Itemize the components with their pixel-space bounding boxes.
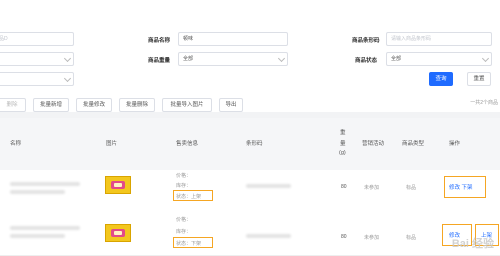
status-text: 状态：上架 [176, 194, 202, 200]
batch-edit-button[interactable]: 批量修改 [76, 98, 112, 112]
reset-button[interactable]: 重置 [467, 72, 491, 86]
promo-value: 未参加 [364, 185, 380, 191]
batch-delete-button[interactable]: 批量删除 [119, 98, 155, 112]
barcode-blurred [246, 184, 291, 188]
stock-label: 库存： [176, 183, 192, 189]
barcode-blurred [246, 234, 291, 238]
th-image: 图片 [106, 141, 118, 147]
chevron-down-icon [63, 74, 72, 83]
filter-area: 品D 商品名称 顿味 商品重量 全部 商品条形码 请输入商品条形码 商品状态 全… [0, 0, 500, 112]
total-count: 一共2个商品 [470, 100, 498, 106]
product-name-blurred [10, 190, 65, 194]
product-name-label: 商品名称 [148, 38, 171, 44]
status-text: 状态：下架 [176, 241, 202, 247]
th-type: 商品类型 [402, 141, 425, 147]
product-name-blurred [10, 234, 65, 238]
left-select[interactable] [0, 52, 74, 66]
th-barcode: 条形码 [246, 141, 263, 147]
export-button[interactable]: 导出 [219, 98, 243, 112]
barcode-input[interactable]: 请输入商品条形码 [386, 32, 492, 46]
th-sale-info: 售卖信息 [176, 141, 199, 147]
edit-offshelf-links[interactable]: 修改 下架 [449, 183, 473, 191]
th-weight-1: 重 [340, 130, 346, 136]
barcode-label: 商品条形码 [352, 38, 380, 44]
th-weight-2: 量 [340, 141, 346, 147]
chevron-down-icon [63, 54, 72, 63]
product-name-blurred [10, 226, 80, 230]
th-weight-3: (g) [339, 150, 346, 156]
weight-select-value: 全部 [183, 56, 194, 62]
product-status-select[interactable]: 全部 [386, 52, 492, 66]
table-row: 价格： 库存： 状态：上架 80 未参加 标品 修改 下架 [0, 170, 500, 213]
promo-value: 未参加 [364, 235, 380, 241]
table-row: 价格： 库存： 状态：下架 80 未参加 标品 修改 上架 Bai 经验 [0, 212, 500, 256]
weight-value: 80 [341, 184, 347, 190]
product-weight-label: 商品重量 [148, 58, 171, 64]
watermark: Bai 经验 [451, 238, 494, 250]
weight-value: 80 [341, 234, 347, 240]
stock-label: 库存： [176, 229, 192, 235]
product-name-input[interactable]: 顿味 [178, 32, 288, 46]
product-thumbnail [105, 176, 131, 194]
delete-button[interactable]: 删除 [0, 98, 26, 112]
chevron-down-icon [481, 54, 490, 63]
th-promo: 营销活动 [362, 141, 385, 147]
product-name-blurred [10, 182, 80, 186]
type-value: 标品 [406, 235, 417, 241]
batch-import-image-button[interactable]: 批量导入图片 [162, 98, 212, 112]
product-thumbnail [105, 224, 131, 242]
query-button[interactable]: 查询 [429, 72, 453, 86]
type-value: 标品 [406, 185, 417, 191]
product-id-input[interactable]: 品D [0, 32, 74, 46]
price-label: 价格： [176, 173, 192, 179]
price-label: 价格： [176, 217, 192, 223]
table-header: 名称 图片 售卖信息 条形码 重 量 (g) 营销活动 商品类型 操作 [0, 118, 500, 170]
status-select-value: 全部 [391, 56, 402, 62]
th-name: 名称 [10, 141, 22, 147]
batch-add-button[interactable]: 批量新增 [33, 98, 69, 112]
left-select-2[interactable] [0, 72, 74, 86]
product-status-label: 商品状态 [355, 58, 378, 64]
th-actions: 操作 [449, 141, 461, 147]
chevron-down-icon [277, 54, 286, 63]
product-management-panel: 品D 商品名称 顿味 商品重量 全部 商品条形码 请输入商品条形码 商品状态 全… [0, 0, 500, 112]
product-weight-select[interactable]: 全部 [178, 52, 288, 66]
